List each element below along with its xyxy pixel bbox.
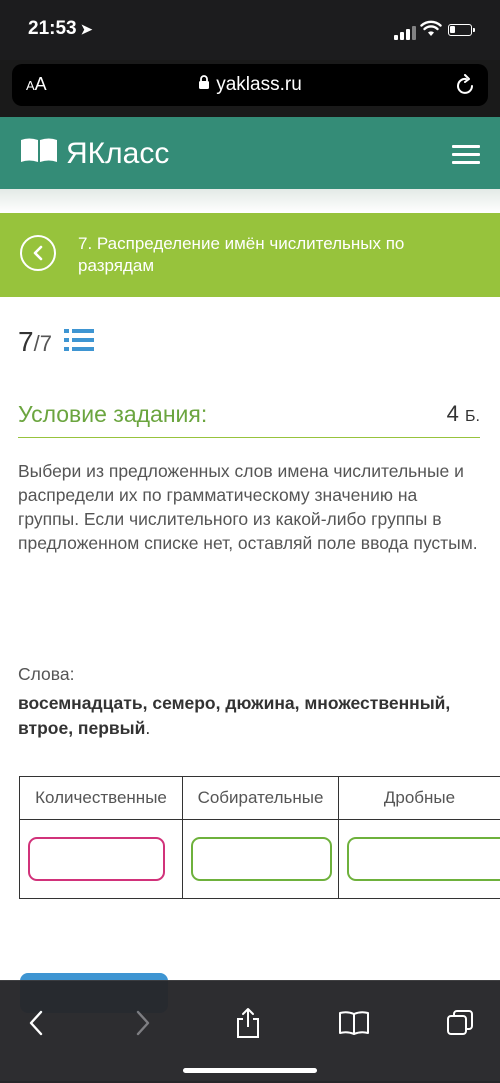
logo-text: ЯКласс [66,137,170,170]
header-divider [0,189,500,213]
column-header: Дробные [339,777,500,820]
column-cardinal: Количественные [20,777,183,898]
cellular-signal-icon [394,26,416,40]
back-chevron-icon[interactable] [16,1003,56,1043]
column-collective: Собирательные [183,777,339,898]
hamburger-menu-icon[interactable] [452,145,480,169]
exercise-counter: 7/7 [18,325,94,359]
fractional-input[interactable] [347,837,500,881]
condition-header: Условие задания: 4 Б. [18,397,480,438]
lock-icon [198,74,210,96]
answer-table: Количественные Собирательные Дробные [19,776,500,899]
topic-banner: 7. Распределение имён числительных по ра… [0,213,500,297]
book-icon [20,137,58,171]
cardinal-input[interactable] [28,837,165,881]
condition-points: 4 Б. [446,401,480,426]
column-header: Количественные [20,777,182,820]
page-content: 7. Распределение имён числительных по ра… [0,213,500,1081]
forward-chevron-icon[interactable] [123,1003,163,1043]
task-text: Выбери из предложенных слов имена числит… [18,461,478,553]
url-display[interactable]: yaklass.ru [12,74,488,96]
site-header: ЯКласс [0,117,500,189]
collective-input[interactable] [191,837,332,881]
back-circle-icon[interactable] [20,235,56,271]
status-bar: 21:53 ➤ [0,0,500,60]
bookmarks-icon[interactable] [334,1003,374,1043]
list-icon[interactable] [63,327,94,359]
location-arrow-icon: ➤ [80,21,93,37]
home-indicator [183,1068,317,1073]
site-logo[interactable]: ЯКласс [20,137,169,171]
words-label: Слова: [18,664,75,684]
column-header: Собирательные [183,777,338,820]
status-time: 21:53 ➤ [28,18,93,39]
wifi-icon [420,20,442,43]
counter-total: /7 [33,331,52,356]
topic-title[interactable]: 7. Распределение имён числительных по ра… [78,233,478,277]
share-icon[interactable] [228,1003,268,1043]
counter-current: 7 [18,326,34,357]
column-fractional: Дробные [339,777,500,898]
address-bar[interactable]: AA yaklass.ru [12,64,488,106]
condition-title: Условие задания: [18,401,208,427]
tabs-icon[interactable] [440,1003,480,1043]
reload-icon[interactable] [456,74,476,101]
words-list: восемнадцать, семеро, дюжина, множествен… [18,693,451,738]
domain-text: yaklass.ru [216,74,302,96]
battery-icon [448,24,475,36]
